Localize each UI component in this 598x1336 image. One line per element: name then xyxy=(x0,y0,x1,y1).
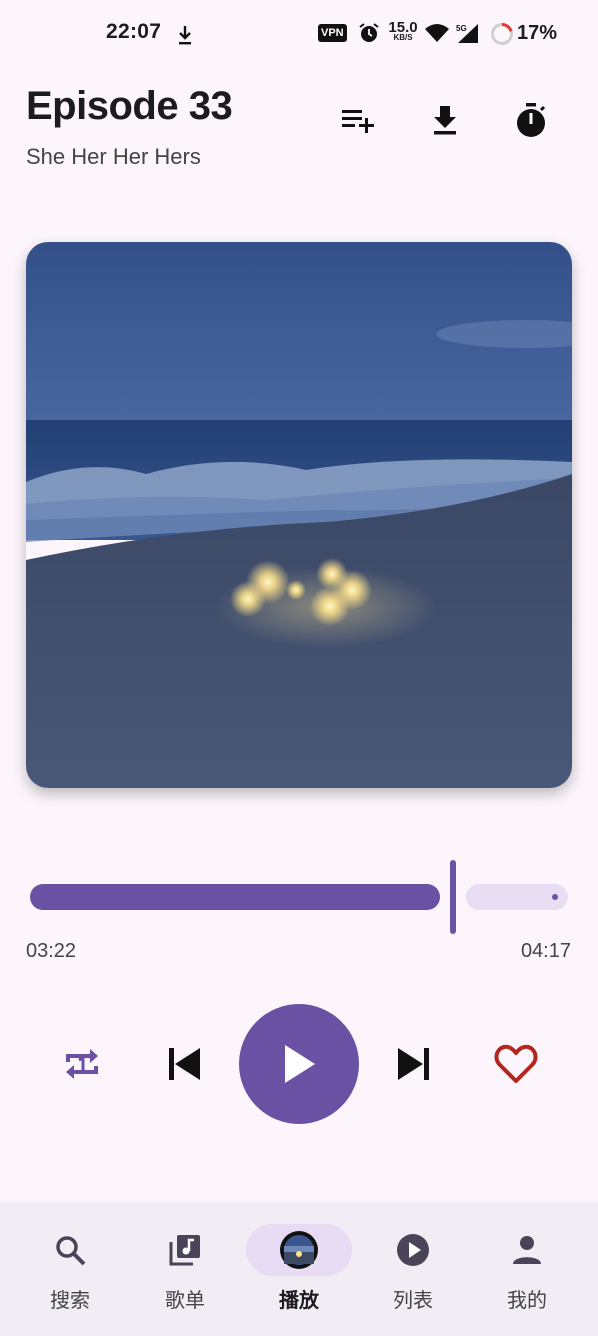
nav-label-playlists: 歌单 xyxy=(165,1290,205,1312)
episode-title: Episode 33 xyxy=(26,84,233,128)
person-icon xyxy=(513,1236,541,1264)
album-art-image xyxy=(26,242,572,788)
download-button[interactable] xyxy=(425,100,465,140)
repeat-one-icon xyxy=(66,1049,98,1079)
previous-button[interactable] xyxy=(160,1040,208,1088)
nav-playlists-icon-wrap xyxy=(153,1224,217,1276)
nav-search[interactable]: 搜索 xyxy=(15,1224,125,1320)
nav-label-queue: 列表 xyxy=(393,1290,433,1312)
repeat-button[interactable] xyxy=(56,1038,108,1090)
status-bar: 22:07 VPN 15.0 KB/S 5G 17% xyxy=(0,0,598,68)
nav-now-playing[interactable]: 播放 xyxy=(244,1224,354,1320)
library-music-icon xyxy=(169,1235,200,1266)
current-time: 03:22 xyxy=(26,940,77,962)
play-icon xyxy=(285,1045,315,1083)
nav-label-search: 搜索 xyxy=(50,1290,90,1312)
seek-bar-end-marker xyxy=(552,894,558,900)
playlist-add-icon xyxy=(342,110,374,133)
status-time: 22:07 xyxy=(106,20,162,43)
alarm-icon xyxy=(359,23,379,42)
sleep-timer-button[interactable] xyxy=(511,100,551,140)
battery-percent: 17% xyxy=(517,22,558,44)
svg-text:5G: 5G xyxy=(456,24,467,33)
vpn-badge: VPN xyxy=(318,24,347,42)
cellular-signal-icon: 5G xyxy=(456,24,478,43)
seek-bar-thumb[interactable] xyxy=(450,860,456,934)
nav-label-now-playing: 播放 xyxy=(279,1290,319,1312)
skip-next-icon xyxy=(398,1048,429,1080)
heart-outline-icon xyxy=(494,1044,538,1083)
play-button[interactable] xyxy=(239,1004,359,1124)
episode-artist: She Her Her Hers xyxy=(26,144,201,169)
seek-bar-played[interactable] xyxy=(30,884,440,910)
net-speed: 15.0 KB/S xyxy=(388,19,418,42)
download-icon xyxy=(434,106,456,135)
timer-icon xyxy=(517,103,546,137)
download-status-icon xyxy=(179,26,191,45)
bottom-navigation: 搜索 歌单 播放 列表 我的 xyxy=(0,1202,598,1336)
nav-now-playing-icon-wrap xyxy=(246,1224,352,1276)
nav-queue[interactable]: 列表 xyxy=(358,1224,468,1320)
album-artwork xyxy=(26,242,572,788)
play-circle-icon xyxy=(397,1234,429,1266)
nav-search-icon-wrap xyxy=(38,1224,102,1276)
battery-icon xyxy=(491,23,513,45)
now-playing-thumbnail xyxy=(280,1231,318,1269)
skip-previous-icon xyxy=(169,1048,200,1080)
nav-label-profile: 我的 xyxy=(507,1290,547,1312)
like-button[interactable] xyxy=(490,1038,542,1090)
add-to-playlist-button[interactable] xyxy=(338,100,378,140)
nav-profile-icon-wrap xyxy=(495,1224,559,1276)
total-time: 04:17 xyxy=(520,940,571,962)
search-icon xyxy=(56,1236,86,1266)
next-button[interactable] xyxy=(390,1040,438,1088)
wifi-icon xyxy=(425,24,449,42)
nav-profile[interactable]: 我的 xyxy=(472,1224,582,1320)
nav-queue-icon-wrap xyxy=(381,1224,445,1276)
nav-playlists[interactable]: 歌单 xyxy=(130,1224,240,1320)
